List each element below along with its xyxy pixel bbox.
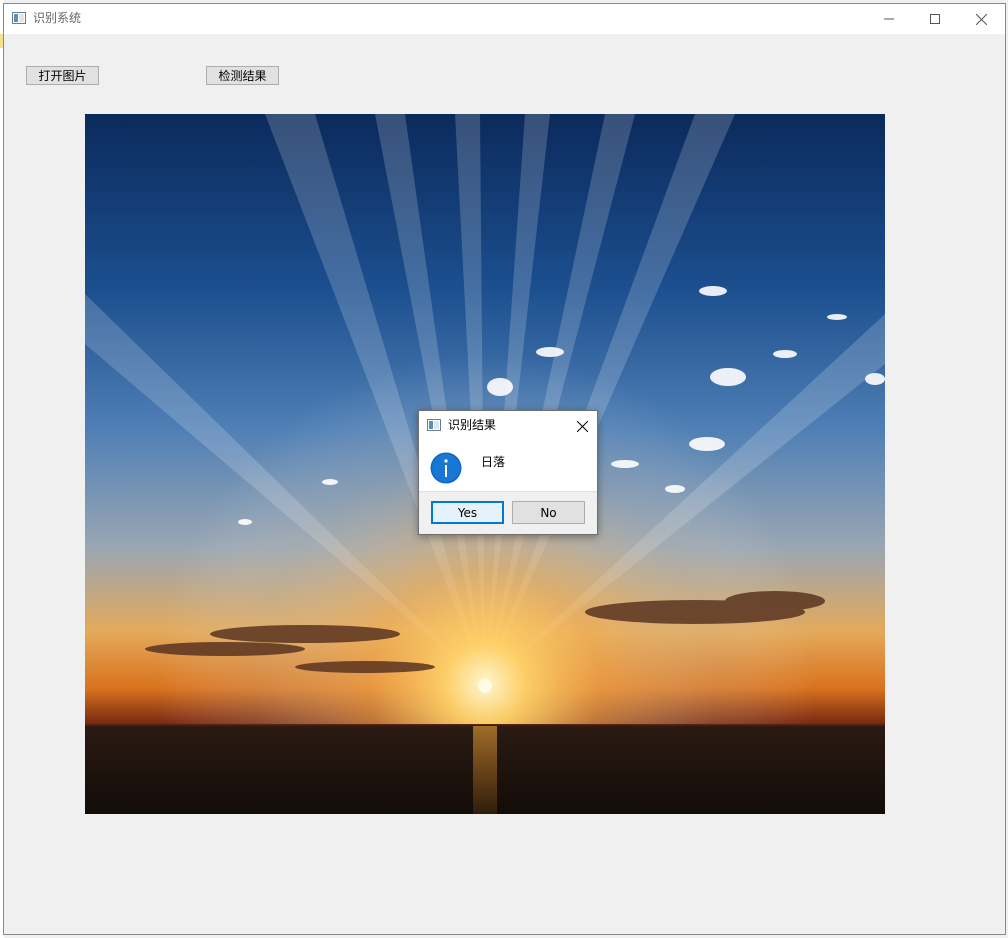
dialog-title: 识别结果	[448, 418, 497, 432]
maximize-icon	[930, 14, 940, 24]
dialog-footer: Yes No	[419, 491, 597, 534]
dialog-close-button[interactable]	[571, 415, 593, 437]
dialog-message: 日落	[481, 455, 506, 469]
app-window-icon	[12, 12, 26, 24]
main-window: 识别系统 打开图片 检测结果 识别结果 日落 Yes No	[3, 3, 1006, 935]
minimize-icon	[884, 18, 894, 20]
result-dialog: 识别结果 日落 Yes No	[418, 410, 598, 535]
maximize-button[interactable]	[912, 4, 958, 34]
window-title: 识别系统	[33, 11, 82, 25]
dialog-window-icon	[427, 419, 441, 431]
no-button[interactable]: No	[512, 501, 585, 524]
minimize-button[interactable]	[866, 4, 912, 34]
info-icon	[430, 452, 462, 484]
close-icon	[576, 420, 588, 432]
close-icon	[975, 13, 987, 25]
close-button[interactable]	[958, 4, 1004, 34]
dialog-body: 日落	[419, 439, 597, 491]
title-bar[interactable]: 识别系统	[4, 4, 1005, 34]
dialog-title-bar[interactable]: 识别结果	[419, 411, 597, 439]
open-image-button[interactable]: 打开图片	[26, 66, 99, 85]
detect-result-button[interactable]: 检测结果	[206, 66, 279, 85]
yes-button[interactable]: Yes	[431, 501, 504, 524]
